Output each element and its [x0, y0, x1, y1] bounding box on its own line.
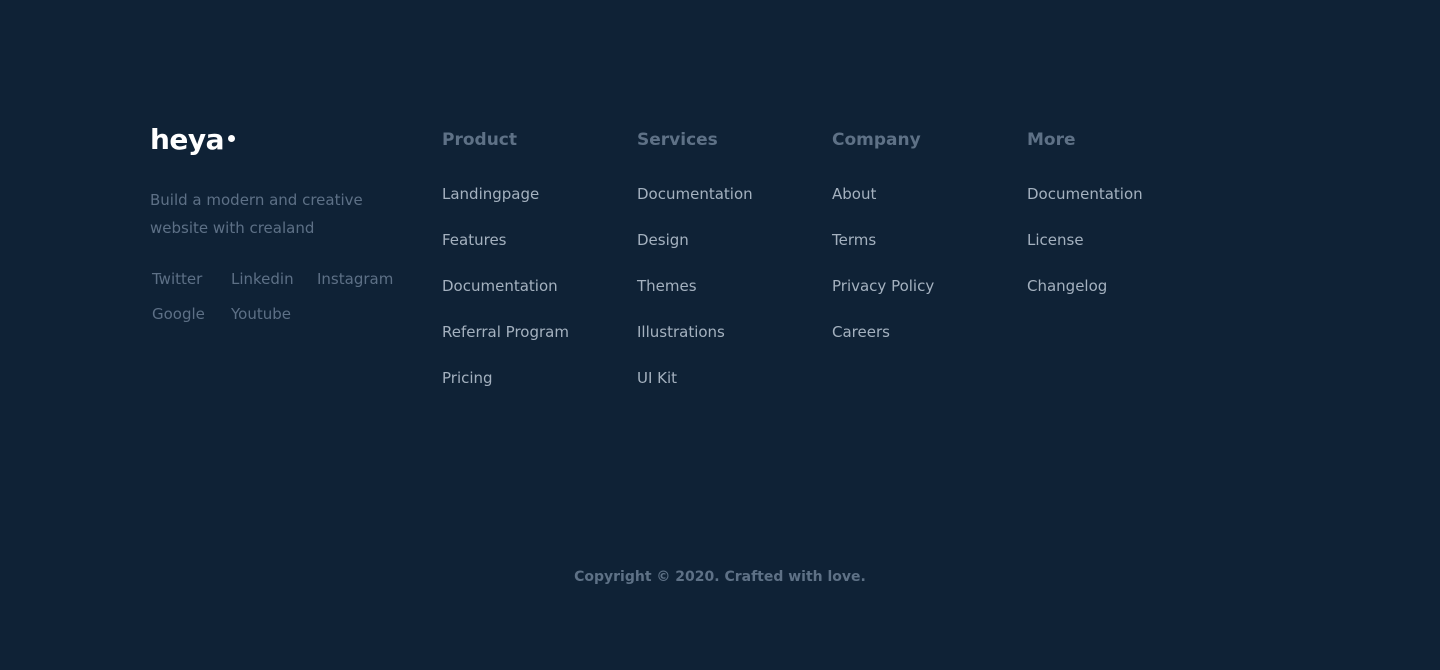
footer-link-changelog[interactable]: Changelog	[1027, 277, 1107, 295]
link-list-company: About Terms Privacy Policy Careers	[832, 183, 1012, 367]
footer-link-design[interactable]: Design	[637, 231, 689, 249]
social-links: Twitter Linkedin Instagram Google Youtub…	[152, 268, 410, 325]
column-heading-services: Services	[637, 130, 718, 150]
logo-dot-icon	[228, 134, 236, 142]
footer-link-terms[interactable]: Terms	[832, 231, 876, 249]
social-link-instagram[interactable]: Instagram	[317, 268, 407, 290]
copyright-text: Copyright © 2020. Crafted with love.	[574, 569, 866, 585]
footer-link-pricing[interactable]: Pricing	[442, 369, 493, 387]
footer-link-features[interactable]: Features	[442, 231, 507, 249]
footer-column-company: Company About Terms Privacy Policy Caree…	[832, 128, 1012, 367]
footer-link-landingpage[interactable]: Landingpage	[442, 185, 539, 203]
footer-link-referral-program[interactable]: Referral Program	[442, 323, 569, 341]
footer-column-services: Services Documentation Design Themes Ill…	[637, 128, 817, 413]
footer-link-themes[interactable]: Themes	[637, 277, 697, 295]
footer-column-more: More Documentation License Changelog	[1027, 128, 1207, 321]
footer-link-documentation[interactable]: Documentation	[442, 277, 558, 295]
brand-block: heya Build a modern and creative website…	[150, 122, 410, 325]
logo-text: heya	[150, 123, 225, 156]
column-heading-more: More	[1027, 130, 1076, 150]
footer-column-product: Product Landingpage Features Documentati…	[442, 128, 622, 413]
footer-link-documentation[interactable]: Documentation	[637, 185, 753, 203]
site-footer: heya Build a modern and creative website…	[0, 0, 1440, 670]
footer-link-ui-kit[interactable]: UI Kit	[637, 369, 677, 387]
footer-link-illustrations[interactable]: Illustrations	[637, 323, 725, 341]
footer-link-license[interactable]: License	[1027, 231, 1084, 249]
social-link-youtube[interactable]: Youtube	[231, 303, 317, 325]
link-list-more: Documentation License Changelog	[1027, 183, 1207, 321]
footer-link-about[interactable]: About	[832, 185, 876, 203]
social-link-twitter[interactable]: Twitter	[152, 268, 231, 290]
footer-link-careers[interactable]: Careers	[832, 323, 890, 341]
footer-link-documentation[interactable]: Documentation	[1027, 185, 1143, 203]
column-heading-product: Product	[442, 130, 517, 150]
social-link-google[interactable]: Google	[152, 303, 231, 325]
link-list-services: Documentation Design Themes Illustration…	[637, 183, 817, 413]
social-link-linkedin[interactable]: Linkedin	[231, 268, 317, 290]
footer-link-privacy-policy[interactable]: Privacy Policy	[832, 277, 934, 295]
brand-tagline: Build a modern and creative website with…	[150, 191, 363, 237]
link-list-product: Landingpage Features Documentation Refer…	[442, 183, 622, 413]
column-heading-company: Company	[832, 130, 921, 150]
logo[interactable]: heya	[150, 122, 410, 158]
